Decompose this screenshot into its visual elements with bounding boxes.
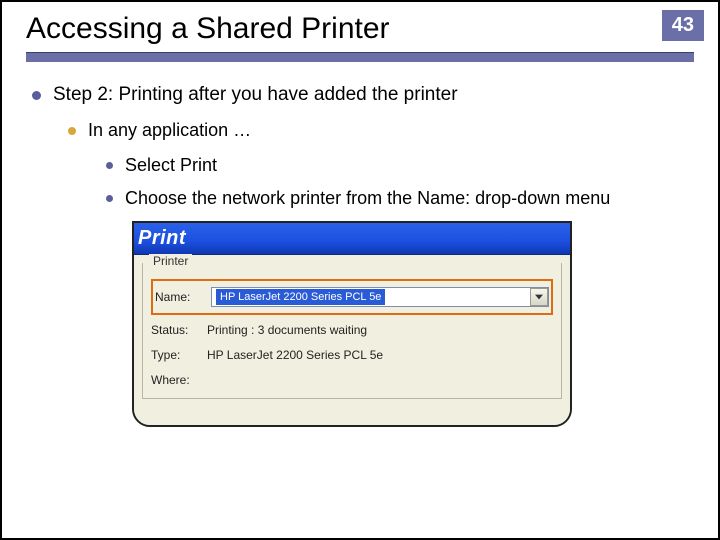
status-row: Status: Printing : 3 documents waiting: [151, 319, 553, 341]
bullet-text: Step 2: Printing after you have added th…: [53, 84, 458, 106]
bullet-icon: [106, 195, 113, 202]
bullet-icon: [32, 91, 41, 100]
printer-name-dropdown[interactable]: HP LaserJet 2200 Series PCL 5e: [211, 287, 549, 307]
bullet-text: Choose the network printer from the Name…: [125, 188, 610, 209]
name-row: Name: HP LaserJet 2200 Series PCL 5e: [155, 286, 549, 308]
name-row-highlight: Name: HP LaserJet 2200 Series PCL 5e: [151, 279, 553, 315]
dropdown-selected: HP LaserJet 2200 Series PCL 5e: [216, 289, 385, 305]
type-row: Type: HP LaserJet 2200 Series PCL 5e: [151, 344, 553, 366]
bullet-text: Select Print: [125, 155, 217, 176]
page-number: 43: [662, 10, 704, 41]
status-value: Printing : 3 documents waiting: [207, 323, 553, 337]
bullet-text: In any application …: [88, 120, 251, 141]
type-value: HP LaserJet 2200 Series PCL 5e: [207, 348, 553, 362]
dialog-title: Print: [138, 227, 186, 250]
print-dialog: Print Printer Name: HP LaserJet 2200 Ser…: [132, 221, 572, 427]
bullet-icon: [106, 162, 113, 169]
name-label: Name:: [155, 290, 211, 304]
bullet-level3: Choose the network printer from the Name…: [106, 188, 688, 209]
title-underline: [26, 52, 694, 62]
bullet-level1: Step 2: Printing after you have added th…: [32, 84, 688, 106]
title-area: Accessing a Shared Printer: [2, 2, 718, 62]
dialog-body: Printer Name: HP LaserJet 2200 Series PC…: [134, 255, 570, 425]
bullet-icon: [68, 127, 76, 135]
printer-groupbox: Printer Name: HP LaserJet 2200 Series PC…: [142, 263, 562, 399]
type-label: Type:: [151, 348, 207, 362]
content: Step 2: Printing after you have added th…: [2, 62, 718, 427]
dialog-titlebar: Print: [134, 223, 570, 255]
bullet-level3: Select Print: [106, 155, 688, 176]
slide-title: Accessing a Shared Printer: [26, 12, 718, 48]
where-row: Where:: [151, 369, 553, 391]
slide: 43 Accessing a Shared Printer Step 2: Pr…: [2, 2, 718, 538]
group-legend: Printer: [149, 254, 192, 268]
status-label: Status:: [151, 323, 207, 337]
where-label: Where:: [151, 373, 207, 387]
chevron-down-icon[interactable]: [530, 288, 548, 306]
bullet-level2: In any application …: [68, 120, 688, 141]
